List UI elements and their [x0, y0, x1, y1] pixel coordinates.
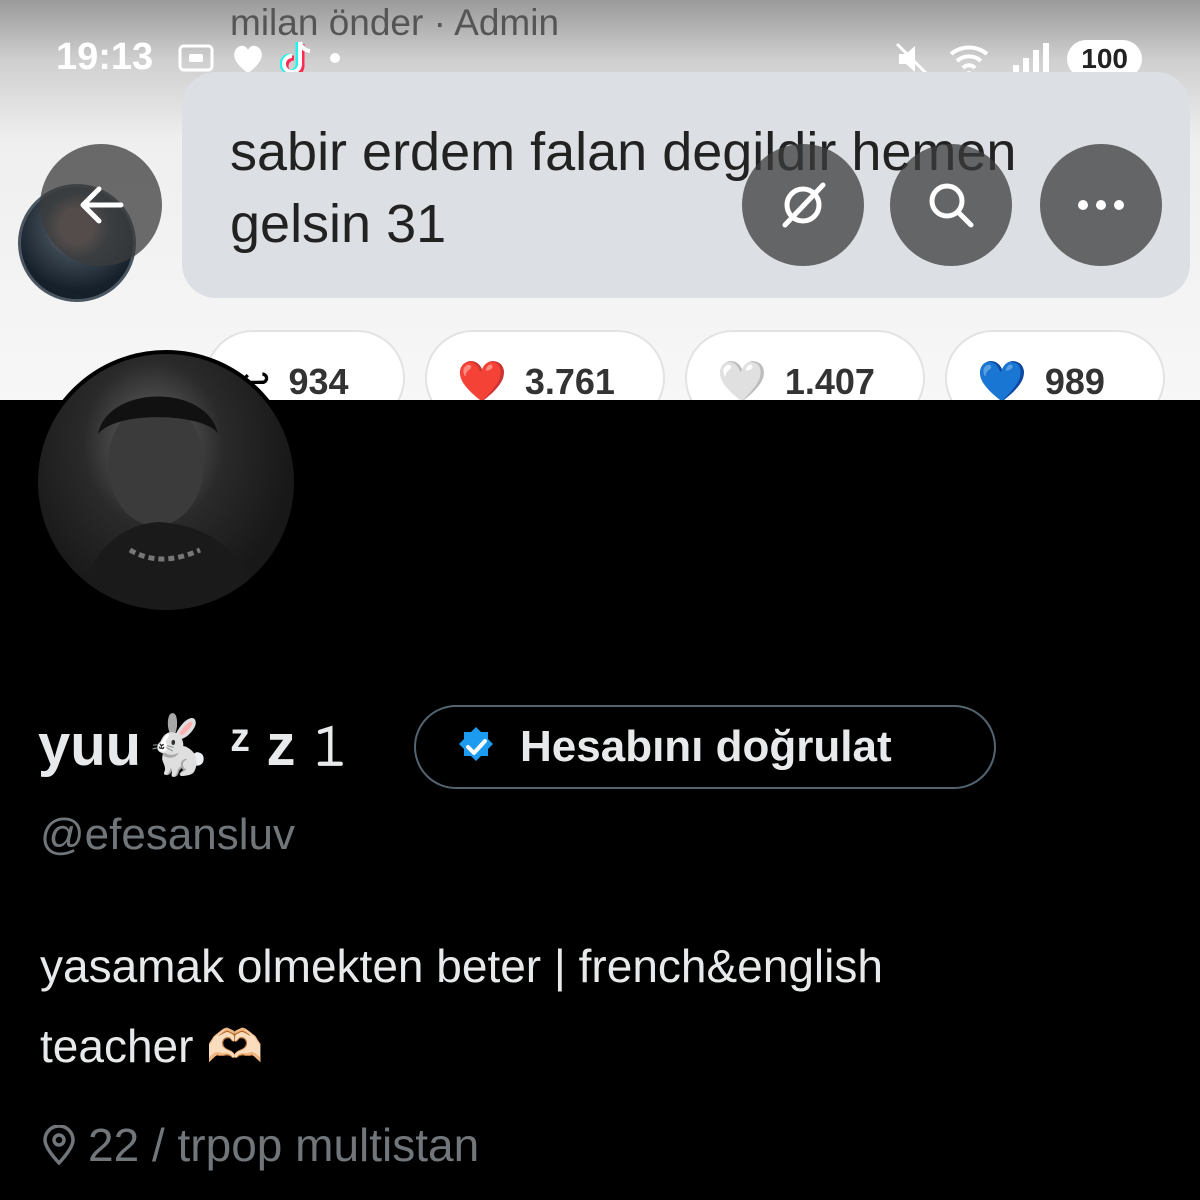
- grok-button[interactable]: [742, 144, 864, 266]
- verify-account-button[interactable]: Hesabını doğrulat: [414, 705, 996, 789]
- red-heart-icon: ❤️: [457, 360, 507, 400]
- verified-badge-icon: [459, 727, 493, 761]
- header-banner: milan önder · Admin 19:13 100 sabir erde…: [0, 0, 1200, 400]
- profile-avatar[interactable]: [34, 350, 298, 614]
- status-time: 19:13: [56, 36, 154, 78]
- reaction-count: 3.761: [524, 361, 615, 400]
- profile-location: 22 / trpop multistan: [42, 1118, 479, 1172]
- reaction-blue-heart[interactable]: 💙 989: [945, 330, 1165, 400]
- reaction-count: 934: [288, 361, 349, 400]
- display-name: yuu🐇 ᶻ z 𝟷: [38, 713, 349, 778]
- bio-line: yasamak olmekten beter | french&english: [40, 940, 883, 992]
- message-text: sabir erdem falan degildir hemen gelsin …: [230, 122, 1017, 254]
- more-icon: [1078, 200, 1124, 210]
- more-button[interactable]: [1040, 144, 1162, 266]
- location-text: 22 / trpop multistan: [88, 1119, 480, 1171]
- back-arrow-icon: [80, 186, 124, 224]
- reaction-white-heart[interactable]: 🤍 1.407: [685, 330, 925, 400]
- grok-icon: [782, 182, 826, 228]
- location-pin-icon: [43, 1125, 75, 1165]
- profile-bio: yasamak olmekten beter | french&english …: [40, 926, 1140, 1086]
- back-button[interactable]: [40, 144, 162, 266]
- reaction-count: 989: [1044, 361, 1105, 400]
- blue-heart-icon: 💙: [977, 360, 1027, 400]
- bio-line: teacher 🫶🏻: [40, 1020, 264, 1072]
- avatar-portrait-icon: [78, 396, 258, 610]
- reaction-bar: ↩ 934 ❤️ 3.761 🤍 1.407 💙 989: [205, 330, 1165, 400]
- verify-account-label: Hesabını doğrulat: [520, 722, 892, 771]
- heart-icon: [234, 45, 262, 73]
- white-heart-icon: 🤍: [717, 360, 767, 400]
- search-button[interactable]: [890, 144, 1012, 266]
- reaction-red-heart[interactable]: ❤️ 3.761: [425, 330, 665, 400]
- screen-record-icon: [178, 44, 214, 72]
- dot-icon: [330, 53, 340, 63]
- search-icon: [929, 183, 974, 228]
- user-handle: @efesansluv: [40, 810, 296, 859]
- reaction-count: 1.407: [784, 361, 875, 400]
